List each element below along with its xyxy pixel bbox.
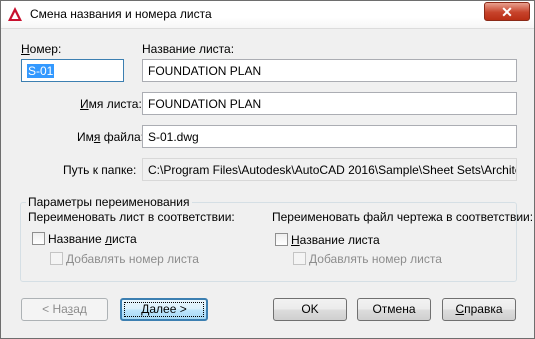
close-button[interactable]: ✕ xyxy=(484,2,530,21)
sheet-title-label: Название листа: xyxy=(142,42,235,56)
number-label: Номер: xyxy=(21,42,62,56)
help-button[interactable]: Справка xyxy=(442,298,516,321)
rename-file-prefix-label: Добавлять номер листа xyxy=(309,252,442,266)
folder-path-field: C:\Program Files\Autodesk\AutoCAD 2016\S… xyxy=(142,158,517,181)
rename-sheet-title-checkbox[interactable] xyxy=(32,232,45,245)
ok-button[interactable]: OK xyxy=(273,298,347,321)
rename-sheet-prefix-checkbox[interactable] xyxy=(50,252,63,265)
number-input[interactable]: S-01 xyxy=(21,59,124,82)
rename-sheet-title-label: Название листа xyxy=(48,232,137,246)
file-name-input[interactable]: S-01.dwg xyxy=(142,125,517,148)
rename-sheet-heading: Переименовать лист в соответствии: xyxy=(28,210,235,224)
cancel-button[interactable]: Отмена xyxy=(357,298,431,321)
sheet-name-input[interactable]: FOUNDATION PLAN xyxy=(142,92,517,115)
file-name-label: Имя файла: xyxy=(77,130,144,144)
focus-rectangle xyxy=(124,302,204,317)
autocad-logo-icon xyxy=(8,7,22,21)
rename-file-prefix-checkbox[interactable] xyxy=(293,252,306,265)
back-button[interactable]: < Назад xyxy=(21,298,108,321)
rename-file-title-checkbox[interactable] xyxy=(275,233,288,246)
sheet-name-label: Имя листа: xyxy=(80,97,142,111)
rename-sheet-prefix-label: Добавлять номер листа xyxy=(66,252,199,266)
folder-path-label: Путь к папке: xyxy=(63,163,137,177)
title-bar: Смена названия и номера листа ✕ xyxy=(1,1,534,29)
number-value: S-01 xyxy=(27,64,55,78)
rename-sheet-dialog: Смена названия и номера листа ✕ Номер: S… xyxy=(0,0,535,339)
next-button[interactable]: Далее > xyxy=(120,298,208,321)
window-title: Смена названия и номера листа xyxy=(30,7,212,21)
rename-file-title-label: Название листа xyxy=(291,233,380,247)
sheet-title-input[interactable]: FOUNDATION PLAN xyxy=(142,59,517,82)
rename-options-title: Параметры переименования xyxy=(26,195,192,209)
rename-file-heading: Переименовать файл чертежа в соответстви… xyxy=(272,210,534,224)
